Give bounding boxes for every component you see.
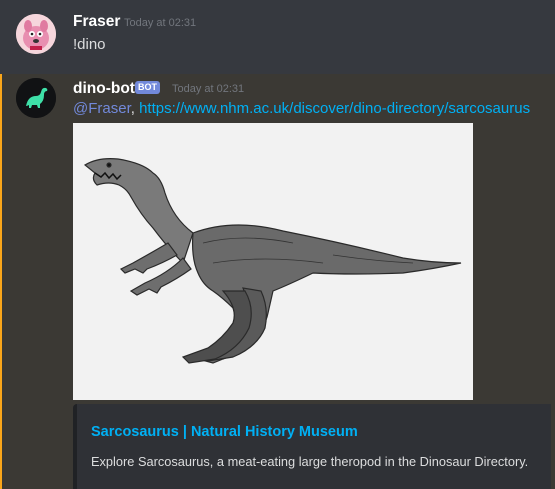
message-content: !dino: [73, 36, 106, 53]
message-link[interactable]: https://www.nhm.ac.uk/discover/dino-dire…: [139, 100, 530, 117]
mention-separator: ,: [130, 100, 135, 117]
message-content: @Fraser, https://www.nhm.ac.uk/discover/…: [73, 100, 530, 117]
dinosaur-image[interactable]: [73, 123, 473, 400]
message-timestamp: Today at 02:31: [124, 17, 197, 29]
author-name[interactable]: dino-bot: [73, 80, 135, 98]
message-dino-bot: dino-bot BOT Today at 02:31 @Fraser, htt…: [0, 74, 555, 489]
bot-badge: BOT: [135, 81, 160, 94]
fraser-avatar-icon[interactable]: [16, 14, 56, 54]
message-timestamp: Today at 02:31: [172, 83, 245, 95]
author-name[interactable]: Fraser: [73, 13, 120, 31]
user-mention[interactable]: @Fraser: [73, 100, 131, 117]
embed-title-link[interactable]: Sarcosaurus | Natural History Museum: [91, 424, 358, 440]
link-embed: Sarcosaurus | Natural History Museum Exp…: [73, 404, 551, 489]
dino-bot-avatar-icon[interactable]: [16, 78, 56, 118]
message-fraser: Fraser Today at 02:31 !dino: [0, 0, 555, 74]
embed-description: Explore Sarcosaurus, a meat-eating large…: [91, 454, 529, 469]
